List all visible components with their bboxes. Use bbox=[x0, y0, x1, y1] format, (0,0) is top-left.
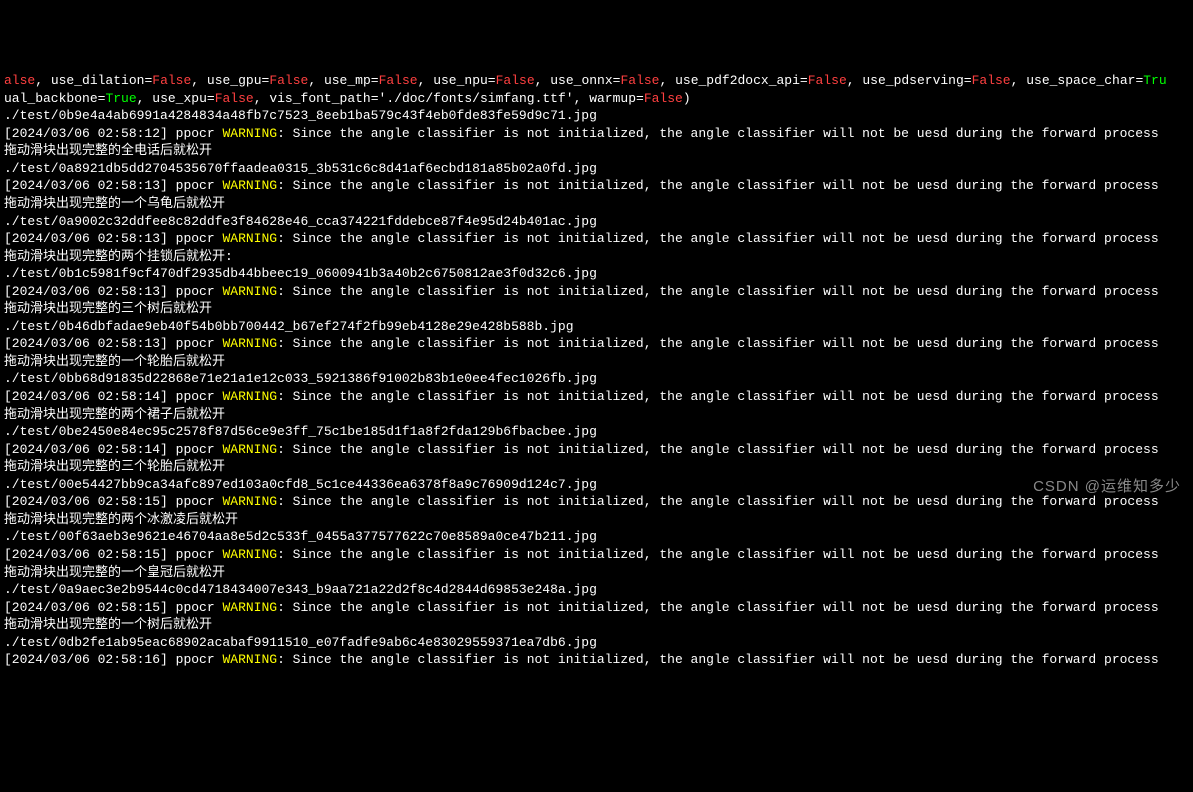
cfg-pdserv-value: False bbox=[972, 73, 1011, 88]
file-path: ./test/0db2fe1ab95eac68902acabaf9911510_… bbox=[4, 635, 597, 650]
close-paren: ) bbox=[683, 91, 691, 106]
timestamp: [2024/03/06 02:58:13] bbox=[4, 178, 168, 193]
cfg-onnx-label: use_onnx bbox=[550, 73, 612, 88]
cfg-gpu-label: use_gpu bbox=[207, 73, 262, 88]
warning-msg: : Since the angle classifier is not init… bbox=[277, 652, 1159, 667]
logger-name: ppocr bbox=[176, 231, 215, 246]
cfg-space-label: use_space_char bbox=[1026, 73, 1135, 88]
warning-msg: : Since the angle classifier is not init… bbox=[277, 284, 1159, 299]
cfg-warmup-value: False bbox=[644, 91, 683, 106]
cfg-xpu-label: use_xpu bbox=[152, 91, 207, 106]
warning-label: WARNING bbox=[222, 231, 277, 246]
cfg-npu-label: use_npu bbox=[433, 73, 488, 88]
warning-msg: : Since the angle classifier is not init… bbox=[277, 336, 1159, 351]
cfg-backbone-value: True bbox=[105, 91, 136, 106]
ocr-result: 拖动滑块出现完整的两个冰激凌后就松开 bbox=[4, 512, 238, 527]
ocr-result: 拖动滑块出现完整的全电话后就松开 bbox=[4, 143, 212, 158]
ocr-result: 拖动滑块出现完整的三个树后就松开 bbox=[4, 301, 212, 316]
cfg-mp-label: use_mp bbox=[324, 73, 371, 88]
cfg-dilation-label: use_dilation bbox=[51, 73, 145, 88]
cfg-pdf-label: use_pdf2docx_api bbox=[675, 73, 800, 88]
warning-label: WARNING bbox=[222, 178, 277, 193]
warning-msg: : Since the angle classifier is not init… bbox=[277, 442, 1159, 457]
file-path: ./test/0b9e4a4ab6991a4284834a48fb7c7523_… bbox=[4, 108, 597, 123]
cfg-backbone-label: ual_backbone bbox=[4, 91, 98, 106]
warning-label: WARNING bbox=[222, 284, 277, 299]
timestamp: [2024/03/06 02:58:15] bbox=[4, 600, 168, 615]
ocr-result: 拖动滑块出现完整的两个裙子后就松开 bbox=[4, 407, 225, 422]
logger-name: ppocr bbox=[176, 600, 215, 615]
timestamp: [2024/03/06 02:58:14] bbox=[4, 442, 168, 457]
cfg-sep: , bbox=[35, 73, 51, 88]
ocr-result: 拖动滑块出现完整的一个皇冠后就松开 bbox=[4, 565, 225, 580]
file-path: ./test/0a9002c32ddfee8c82ddfe3f84628e46_… bbox=[4, 214, 597, 229]
logger-name: ppocr bbox=[176, 547, 215, 562]
cfg-mp-value: False bbox=[379, 73, 418, 88]
warning-label: WARNING bbox=[222, 494, 277, 509]
file-path: ./test/0a9aec3e2b9544c0cd4718434007e343_… bbox=[4, 582, 597, 597]
cfg-font-value: './doc/fonts/simfang.ttf' bbox=[379, 91, 574, 106]
file-path: ./test/0b46dbfadae9eb40f54b0bb700442_b67… bbox=[4, 319, 574, 334]
timestamp: [2024/03/06 02:58:13] bbox=[4, 284, 168, 299]
warning-msg: : Since the angle classifier is not init… bbox=[277, 126, 1159, 141]
ocr-result: 拖动滑块出现完整的三个轮胎后就松开 bbox=[4, 459, 225, 474]
cfg-pdf-value: False bbox=[808, 73, 847, 88]
timestamp: [2024/03/06 02:58:15] bbox=[4, 494, 168, 509]
cfg-warmup-label: warmup bbox=[589, 91, 636, 106]
warning-label: WARNING bbox=[222, 600, 277, 615]
file-path: ./test/00e54427bb9ca34afc897ed103a0cfd8_… bbox=[4, 477, 597, 492]
timestamp: [2024/03/06 02:58:12] bbox=[4, 126, 168, 141]
cfg-onnx-value: False bbox=[620, 73, 659, 88]
logger-name: ppocr bbox=[176, 442, 215, 457]
ocr-result: 拖动滑块出现完整的一个乌龟后就松开 bbox=[4, 196, 225, 211]
warning-label: WARNING bbox=[222, 652, 277, 667]
cfg-font-label: vis_font_path bbox=[269, 91, 370, 106]
warning-label: WARNING bbox=[222, 126, 277, 141]
watermark: CSDN @运维知多少 bbox=[1033, 477, 1181, 497]
timestamp: [2024/03/06 02:58:16] bbox=[4, 652, 168, 667]
cfg-gpu-value: False bbox=[269, 73, 308, 88]
config-frag: alse bbox=[4, 73, 35, 88]
file-path: ./test/0a8921db5dd2704535670ffaadea0315_… bbox=[4, 161, 597, 176]
timestamp: [2024/03/06 02:58:13] bbox=[4, 231, 168, 246]
cfg-npu-value: False bbox=[496, 73, 535, 88]
warning-msg: : Since the angle classifier is not init… bbox=[277, 389, 1159, 404]
file-path: ./test/00f63aeb3e9621e46704aa8e5d2c533f_… bbox=[4, 529, 597, 544]
file-path: ./test/0b1c5981f9cf470df2935db44bbeec19_… bbox=[4, 266, 597, 281]
warning-label: WARNING bbox=[222, 547, 277, 562]
cfg-pdserv-label: use_pdserving bbox=[862, 73, 963, 88]
logger-name: ppocr bbox=[176, 284, 215, 299]
logger-name: ppocr bbox=[176, 389, 215, 404]
logger-name: ppocr bbox=[176, 126, 215, 141]
logger-name: ppocr bbox=[176, 178, 215, 193]
timestamp: [2024/03/06 02:58:15] bbox=[4, 547, 168, 562]
warning-msg: : Since the angle classifier is not init… bbox=[277, 178, 1159, 193]
cfg-space-value: Tru bbox=[1143, 73, 1166, 88]
warning-label: WARNING bbox=[222, 389, 277, 404]
cfg-xpu-value: False bbox=[215, 91, 254, 106]
warning-msg: : Since the angle classifier is not init… bbox=[277, 600, 1159, 615]
timestamp: [2024/03/06 02:58:14] bbox=[4, 389, 168, 404]
cfg-dilation-value: False bbox=[152, 73, 191, 88]
terminal-output[interactable]: alse, use_dilation=False, use_gpu=False,… bbox=[4, 72, 1189, 669]
warning-label: WARNING bbox=[222, 442, 277, 457]
warning-msg: : Since the angle classifier is not init… bbox=[277, 231, 1159, 246]
file-path: ./test/0be2450e84ec95c2578f87d56ce9e3ff_… bbox=[4, 424, 597, 439]
ocr-result: 拖动滑块出现完整的一个轮胎后就松开 bbox=[4, 354, 225, 369]
warning-label: WARNING bbox=[222, 336, 277, 351]
file-path: ./test/0bb68d91835d22868e71e21a1e12c033_… bbox=[4, 371, 597, 386]
logger-name: ppocr bbox=[176, 652, 215, 667]
warning-msg: : Since the angle classifier is not init… bbox=[277, 547, 1159, 562]
ocr-result: 拖动滑块出现完整的两个挂锁后就松开: bbox=[4, 249, 233, 264]
logger-name: ppocr bbox=[176, 336, 215, 351]
logger-name: ppocr bbox=[176, 494, 215, 509]
timestamp: [2024/03/06 02:58:13] bbox=[4, 336, 168, 351]
warning-msg: : Since the angle classifier is not init… bbox=[277, 494, 1159, 509]
ocr-result: 拖动滑块出现完整的一个树后就松开 bbox=[4, 617, 212, 632]
